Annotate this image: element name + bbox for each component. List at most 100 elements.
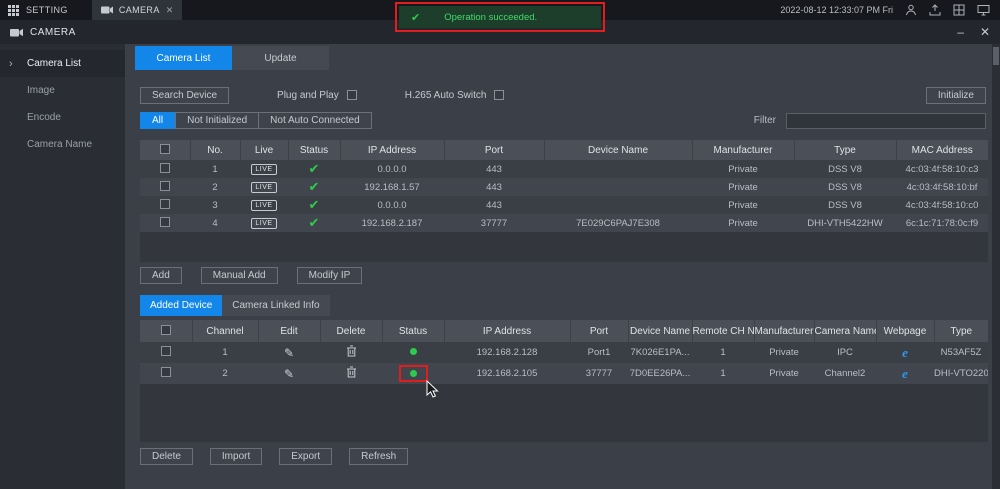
col-status: Status [288, 140, 340, 160]
sidebar-item-label: Encode [27, 112, 61, 123]
sidebar-item-image[interactable]: Image [0, 77, 125, 104]
delete-icon[interactable] [320, 363, 382, 384]
col-live: Live [240, 140, 288, 160]
annotation-highlight-box [399, 365, 428, 382]
table-row[interactable]: 4 LIVE ✔ 192.168.2.187 37777 7E029C6PAJ7… [140, 214, 988, 232]
col-manufacturer: Manufacturer [754, 320, 814, 342]
delete-icon[interactable] [320, 342, 382, 363]
col-manufacturer: Manufacturer [692, 140, 794, 160]
refresh-button[interactable]: Refresh [349, 448, 408, 465]
row-checkbox[interactable] [160, 163, 170, 173]
h265-label: H.265 Auto Switch [405, 90, 487, 101]
filter-label: Filter [754, 115, 776, 126]
add-button[interactable]: Add [140, 267, 182, 284]
export-icon[interactable] [929, 4, 941, 16]
col-ip: IP Address [444, 320, 570, 342]
edit-icon[interactable]: ✎ [284, 367, 294, 381]
modify-ip-button[interactable]: Modify IP [297, 267, 363, 284]
tab-camera-linked-info[interactable]: Camera Linked Info [222, 295, 329, 316]
table-row[interactable]: 2 ✎ 192.168.2.105 37777 7D0EE26PA... 1 P… [140, 363, 988, 384]
filter-not-auto-connected-button[interactable]: Not Auto Connected [258, 112, 372, 129]
h265-checkbox[interactable] [494, 90, 504, 100]
success-check-icon: ✔ [411, 11, 420, 24]
chevron-right-icon: › [9, 58, 13, 70]
webpage-icon[interactable]: e [902, 345, 908, 360]
col-delete: Delete [320, 320, 382, 342]
sidebar-item-encode[interactable]: Encode [0, 104, 125, 131]
sidebar-item-camera-name[interactable]: Camera Name [0, 131, 125, 158]
main-content: Camera List Update Search Device Plug an… [125, 44, 1000, 489]
user-icon[interactable] [905, 4, 917, 16]
tab-close-icon[interactable]: ✕ [166, 5, 174, 16]
col-webpage: Webpage [876, 320, 934, 342]
table-row[interactable]: 1 ✎ 192.168.2.128 Port1 7K026E1PA... 1 P… [140, 342, 988, 363]
col-status: Status [382, 320, 444, 342]
edit-icon[interactable]: ✎ [284, 346, 294, 360]
device-actions: Add Manual Add Modify IP [140, 267, 362, 284]
row-checkbox[interactable] [160, 217, 170, 227]
scrollbar-track[interactable] [992, 44, 1000, 489]
sidebar-item-camera-list[interactable]: › Camera List [0, 50, 125, 77]
row-checkbox[interactable] [161, 367, 171, 377]
filter-all-button[interactable]: All [140, 112, 175, 129]
import-button[interactable]: Import [210, 448, 262, 465]
tab-update[interactable]: Update [232, 46, 329, 70]
export-button[interactable]: Export [279, 448, 332, 465]
scrollbar-thumb[interactable] [993, 47, 999, 65]
mouse-cursor [426, 380, 439, 402]
manual-add-button[interactable]: Manual Add [201, 267, 278, 284]
filter-not-initialized-button[interactable]: Not Initialized [175, 112, 258, 129]
initialize-button[interactable]: Initialize [926, 87, 986, 104]
close-icon[interactable]: ✕ [980, 25, 990, 39]
status-online-dot [410, 348, 417, 355]
table-row[interactable]: 1 LIVE ✔ 0.0.0.0 443 Private DSS V8 4c:0… [140, 160, 988, 178]
tab-added-device[interactable]: Added Device [140, 295, 222, 316]
monitor-icon[interactable] [977, 4, 990, 16]
col-port: Port [570, 320, 628, 342]
row-checkbox[interactable] [161, 346, 171, 356]
camera-icon [10, 27, 23, 38]
table-header-row: No. Live Status IP Address Port Device N… [140, 140, 988, 160]
live-badge[interactable]: LIVE [251, 182, 276, 193]
col-edit: Edit [258, 320, 320, 342]
tab-setting[interactable]: SETTING [26, 5, 68, 15]
filter-row: All Not Initialized Not Auto Connected F… [140, 112, 986, 129]
delete-button[interactable]: Delete [140, 448, 193, 465]
filter-input[interactable] [786, 113, 986, 129]
sidebar-item-label: Camera List [27, 58, 81, 69]
live-badge[interactable]: LIVE [251, 200, 276, 211]
status-ok-icon: ✔ [309, 179, 320, 194]
col-no: No. [190, 140, 240, 160]
row-checkbox[interactable] [160, 181, 170, 191]
select-all-checkbox[interactable] [161, 325, 171, 335]
col-type: Type [934, 320, 988, 342]
table-row[interactable]: 3 LIVE ✔ 0.0.0.0 443 Private DSS V8 4c:0… [140, 196, 988, 214]
select-all-checkbox[interactable] [160, 144, 170, 154]
toast-notification: ✔ Operation succeeded. [399, 6, 601, 28]
main-tabs: Camera List Update [135, 46, 329, 70]
tab-camera-label: CAMERA [119, 5, 160, 15]
table-header-row: Channel Edit Delete Status IP Address Po… [140, 320, 988, 342]
col-device-name: Device Name [544, 140, 692, 160]
tab-camera[interactable]: CAMERA ✕ [92, 0, 182, 20]
minimize-icon[interactable]: – [957, 25, 964, 39]
col-device-name: Device Name [628, 320, 692, 342]
table-row[interactable]: 2 LIVE ✔ 192.168.1.57 443 Private DSS V8… [140, 178, 988, 196]
live-badge[interactable]: LIVE [251, 164, 276, 175]
row-checkbox[interactable] [160, 199, 170, 209]
status-ok-icon: ✔ [309, 215, 320, 230]
webpage-icon[interactable]: e [902, 366, 908, 381]
status-online-dot [410, 370, 417, 377]
device-table: No. Live Status IP Address Port Device N… [140, 140, 988, 262]
apps-grid-icon[interactable] [8, 5, 19, 16]
live-badge[interactable]: LIVE [251, 218, 276, 229]
camera-icon [101, 5, 113, 15]
annotation-highlight-box: ✔ Operation succeeded. [395, 2, 605, 32]
plug-and-play-checkbox[interactable] [347, 90, 357, 100]
page-title: CAMERA [30, 27, 76, 38]
controls-row: Search Device Plug and Play H.265 Auto S… [140, 86, 986, 104]
grid-view-icon[interactable] [953, 4, 965, 16]
search-device-button[interactable]: Search Device [140, 87, 229, 104]
col-ip: IP Address [340, 140, 444, 160]
tab-camera-list[interactable]: Camera List [135, 46, 232, 70]
